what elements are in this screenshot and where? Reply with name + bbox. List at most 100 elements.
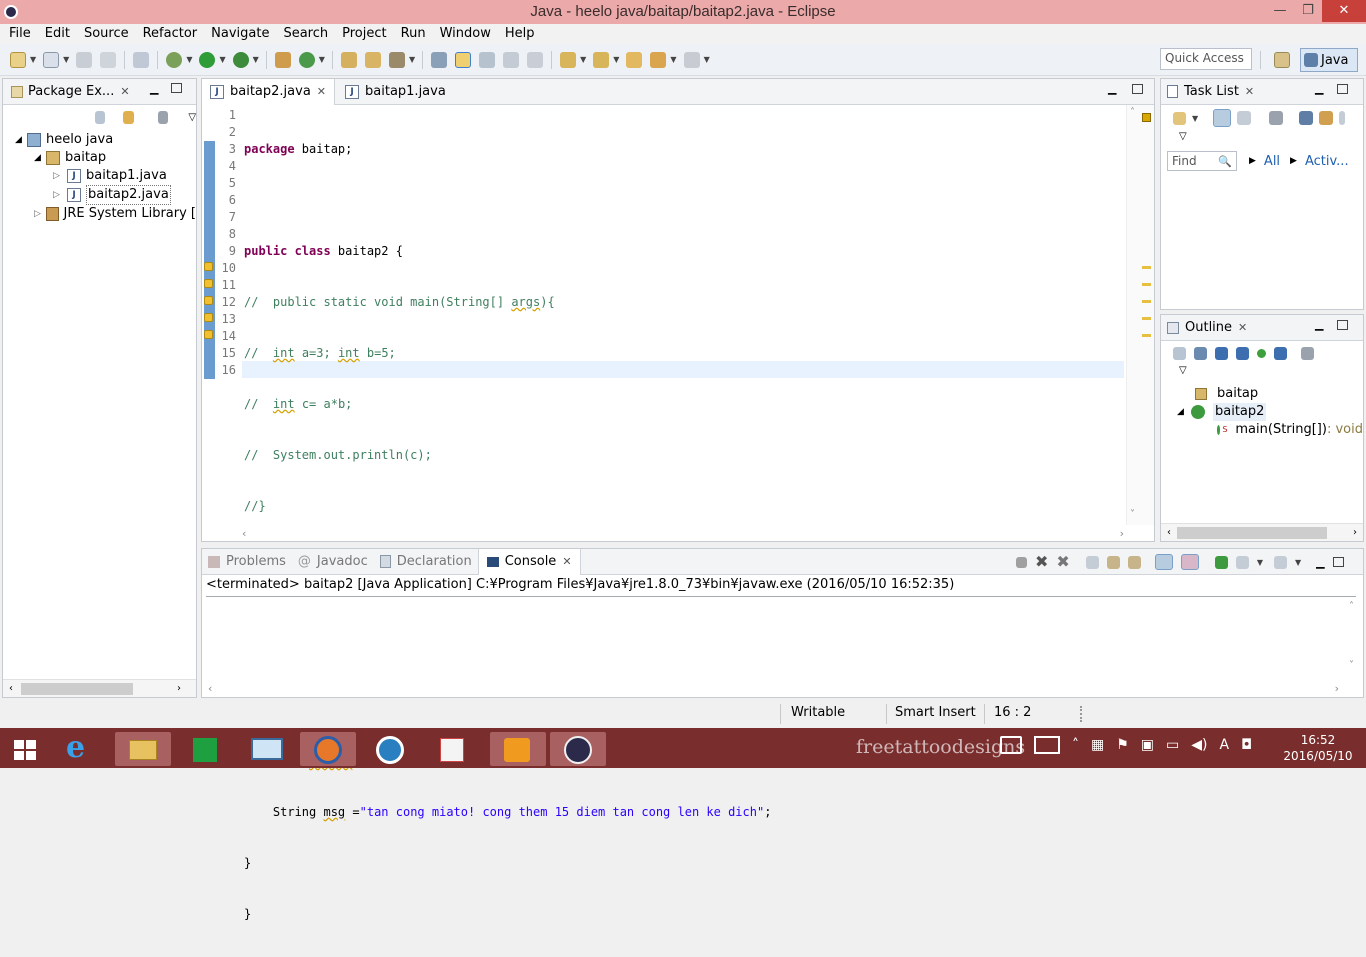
outline-item-method[interactable]: S main(String[]) : void [1161, 421, 1363, 439]
maximize-view-icon[interactable] [1332, 557, 1344, 567]
scroll-left-icon[interactable]: ‹ [242, 527, 246, 540]
new-icon[interactable] [10, 51, 26, 68]
close-button[interactable]: ✕ [1322, 0, 1366, 22]
view-menu-icon[interactable]: ▽ [1161, 131, 1363, 149]
back-icon[interactable] [650, 51, 667, 68]
scheduled-icon[interactable] [1237, 111, 1252, 125]
chat-icon[interactable]: ▭ [1166, 737, 1179, 753]
app-tiles-icon[interactable] [432, 732, 472, 766]
maximize-view-icon[interactable] [1132, 84, 1143, 94]
close-icon[interactable]: ✕ [1238, 321, 1247, 334]
pin-console-icon[interactable] [1214, 555, 1228, 569]
task-list-tab[interactable]: Task List ✕ ▁ [1161, 79, 1363, 105]
maximize-view-icon[interactable] [171, 83, 182, 93]
close-icon[interactable]: ✕ [120, 85, 129, 98]
warning-icon[interactable] [204, 313, 213, 322]
hide-local-types-icon[interactable] [1274, 346, 1287, 360]
close-icon[interactable]: ✕ [562, 555, 571, 568]
tab-javadoc[interactable]: @ Javadoc [292, 554, 374, 569]
synchronize-icon[interactable] [1319, 111, 1334, 125]
minimize-view-icon[interactable]: ▁ [1315, 318, 1323, 331]
scroll-right-icon[interactable]: › [1353, 527, 1357, 538]
highlight-icon[interactable] [455, 51, 472, 68]
collapse-all-icon[interactable] [95, 110, 106, 124]
scroll-right-icon[interactable]: › [1335, 682, 1339, 695]
store-icon[interactable] [185, 732, 225, 766]
maximize-button[interactable]: ❐ [1294, 0, 1322, 22]
scroll-up-icon[interactable]: ˄ [1130, 107, 1135, 118]
menu-window[interactable]: Window [433, 25, 498, 43]
hide-completed-icon[interactable] [1299, 111, 1314, 125]
save-icon[interactable] [76, 51, 93, 68]
open-task-icon[interactable] [364, 51, 381, 68]
open-perspective-icon[interactable] [1274, 52, 1290, 68]
warning-icon[interactable] [204, 296, 213, 305]
file-explorer-icon[interactable] [115, 732, 171, 766]
minimize-button[interactable]: — [1266, 0, 1294, 22]
menu-search[interactable]: Search [276, 25, 335, 43]
app-circle-icon[interactable] [370, 732, 410, 766]
more-icon[interactable] [1339, 111, 1346, 125]
warning-icon[interactable] [204, 330, 213, 339]
firefox-icon[interactable] [300, 732, 356, 766]
scroll-thumb[interactable] [1177, 526, 1327, 539]
quick-access-input[interactable]: Quick Access [1160, 48, 1252, 70]
menu-edit[interactable]: Edit [38, 25, 77, 43]
expanded-arrow-icon[interactable]: ◢ [15, 131, 27, 149]
outline-tab[interactable]: Outline ✕ ▁ [1161, 315, 1363, 341]
open-type-icon[interactable] [340, 51, 357, 68]
outline-item-package[interactable]: baitap [1161, 385, 1363, 403]
new-project-icon[interactable] [43, 51, 60, 68]
horizontal-scrollbar[interactable]: ‹ › [1161, 523, 1363, 541]
expanded-arrow-icon[interactable]: ◢ [34, 149, 46, 167]
tab-problems[interactable]: Problems [202, 554, 292, 569]
console-horizontal-scrollbar[interactable]: ‹ › [202, 679, 1363, 697]
minimize-view-icon[interactable]: ▁ [1108, 82, 1116, 95]
tree-item-file-selected[interactable]: ▷ J baitap2.java [3, 185, 196, 205]
package-explorer-tab[interactable]: Package Ex... ✕ ▁ [3, 79, 196, 105]
new-task-icon[interactable] [1173, 111, 1186, 125]
editor-horizontal-scrollbar[interactable]: ‹ › [242, 525, 1124, 541]
scroll-left-icon[interactable]: ‹ [1167, 527, 1171, 538]
console-vertical-scrollbar[interactable]: ˄ ˅ [1349, 601, 1361, 677]
sort-icon[interactable] [1194, 346, 1207, 360]
collapsed-arrow-icon[interactable]: ▷ [53, 167, 67, 185]
remove-launch-icon[interactable]: ✖ [1035, 554, 1048, 570]
new-class-icon[interactable] [298, 51, 315, 68]
menu-help[interactable]: Help [498, 25, 542, 43]
tab-declaration[interactable]: Declaration [374, 554, 478, 569]
minimize-view-icon[interactable]: ▁ [1315, 82, 1323, 95]
tab-console[interactable]: Console ✕ [477, 548, 581, 575]
display-console-icon[interactable] [1235, 555, 1249, 569]
flag-icon[interactable]: ⚑ [1116, 737, 1129, 753]
view-menu-icon[interactable]: ▽ [188, 112, 196, 123]
tree-item-library[interactable]: ▷ JRE System Library [ [3, 205, 196, 223]
search-tool-icon[interactable] [388, 51, 405, 68]
windows-icon[interactable]: ▦ [1091, 737, 1104, 753]
remove-all-launches-icon[interactable]: ✖ [1056, 554, 1069, 570]
menu-source[interactable]: Source [77, 25, 136, 43]
scroll-up-icon[interactable]: ˄ [1349, 601, 1361, 612]
scroll-down-icon[interactable]: ˅ [1130, 509, 1135, 520]
open-console-icon[interactable] [1273, 555, 1287, 569]
outline-item-class[interactable]: ◢ baitap2 [1161, 403, 1363, 421]
collapsed-arrow-icon[interactable]: ▷ [34, 205, 46, 223]
all-link[interactable]: All [1264, 154, 1280, 169]
view-menu-icon[interactable]: ▽ [1161, 365, 1363, 383]
minimize-view-icon[interactable]: ▁ [1316, 556, 1324, 569]
hide-static-icon[interactable] [1236, 346, 1249, 360]
show-stderr-icon[interactable] [1180, 554, 1199, 570]
scroll-left-icon[interactable]: ‹ [9, 683, 13, 694]
close-icon[interactable]: ✕ [317, 85, 326, 98]
categorized-icon[interactable] [1213, 109, 1232, 127]
tab-baitap2[interactable]: J baitap2.java ✕ [202, 78, 336, 105]
block-select-icon[interactable] [503, 51, 520, 68]
collapsed-arrow-icon[interactable]: ▷ [53, 186, 67, 204]
devices-icon[interactable]: ▣ [1141, 737, 1154, 753]
warning-icon[interactable] [204, 262, 213, 271]
eclipse-taskbar-icon[interactable] [550, 732, 606, 766]
insert-mode-status[interactable]: Smart Insert [895, 705, 976, 720]
scroll-down-icon[interactable]: ˅ [1349, 660, 1361, 671]
show-whitespace-icon[interactable] [479, 51, 496, 68]
focus-task-icon[interactable] [157, 110, 169, 124]
